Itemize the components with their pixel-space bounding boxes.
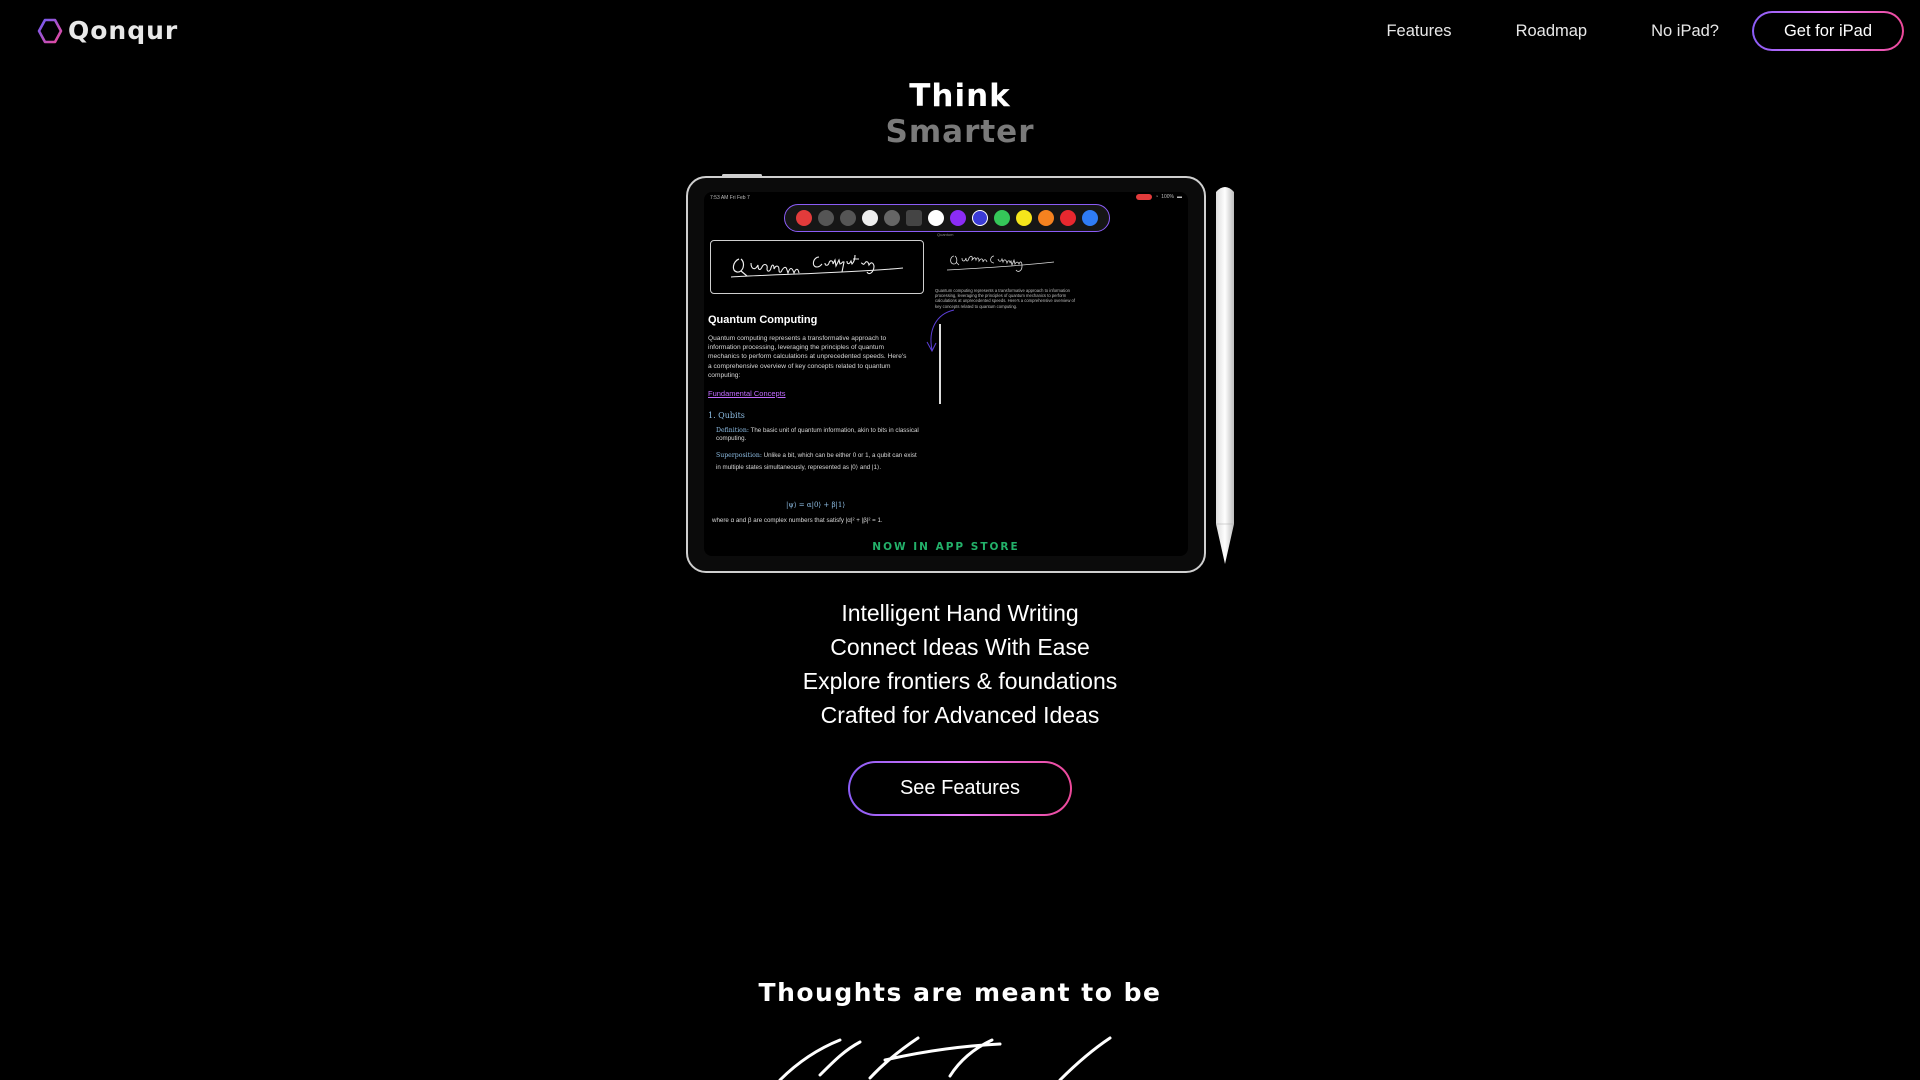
thoughts-heading: Thoughts are meant to be (758, 978, 1162, 1007)
nav-link-features[interactable]: Features (1386, 22, 1451, 41)
logo-hexagon-icon (37, 18, 63, 43)
hero-title-smarter: Smarter (885, 114, 1035, 150)
side-summary-text: Quantum computing represents a transform… (935, 288, 1075, 309)
ipad-screen: 7:53 AM Fri Feb 7 ◔ 100% ▬ Quantum Quant… (704, 192, 1188, 556)
get-for-ipad-label: Get for iPad (1754, 13, 1902, 49)
brand-name: Qonqur (68, 16, 179, 45)
nav-link-no-ipad[interactable]: No iPad? (1651, 22, 1719, 41)
handwritten-scribble-image (778, 1036, 1112, 1080)
hero-title-think: Think (909, 78, 1011, 114)
side-handwriting-image (926, 255, 1055, 353)
nav-link-roadmap[interactable]: Roadmap (1516, 22, 1588, 41)
tagline-connect-ideas: Connect Ideas With Ease (830, 634, 1090, 660)
tagline-handwriting: Intelligent Hand Writing (841, 600, 1079, 626)
tagline-explore: Explore frontiers & foundations (802, 668, 1118, 694)
tagline-crafted: Crafted for Advanced Ideas (820, 702, 1100, 728)
ipad-mockup: 7:53 AM Fri Feb 7 ◔ 100% ▬ Quantum Quant… (686, 176, 1206, 573)
get-for-ipad-button[interactable]: Get for iPad (1752, 11, 1904, 51)
apple-pencil-icon (1216, 187, 1234, 564)
see-features-label: See Features (850, 763, 1070, 814)
app-store-banner[interactable]: NOW IN APP STORE (704, 541, 1188, 553)
top-nav: Features Roadmap No iPad? Get for iPad (1386, 11, 1904, 51)
see-features-button[interactable]: See Features (848, 761, 1072, 816)
brand-logo[interactable]: Qonqur (36, 16, 178, 45)
